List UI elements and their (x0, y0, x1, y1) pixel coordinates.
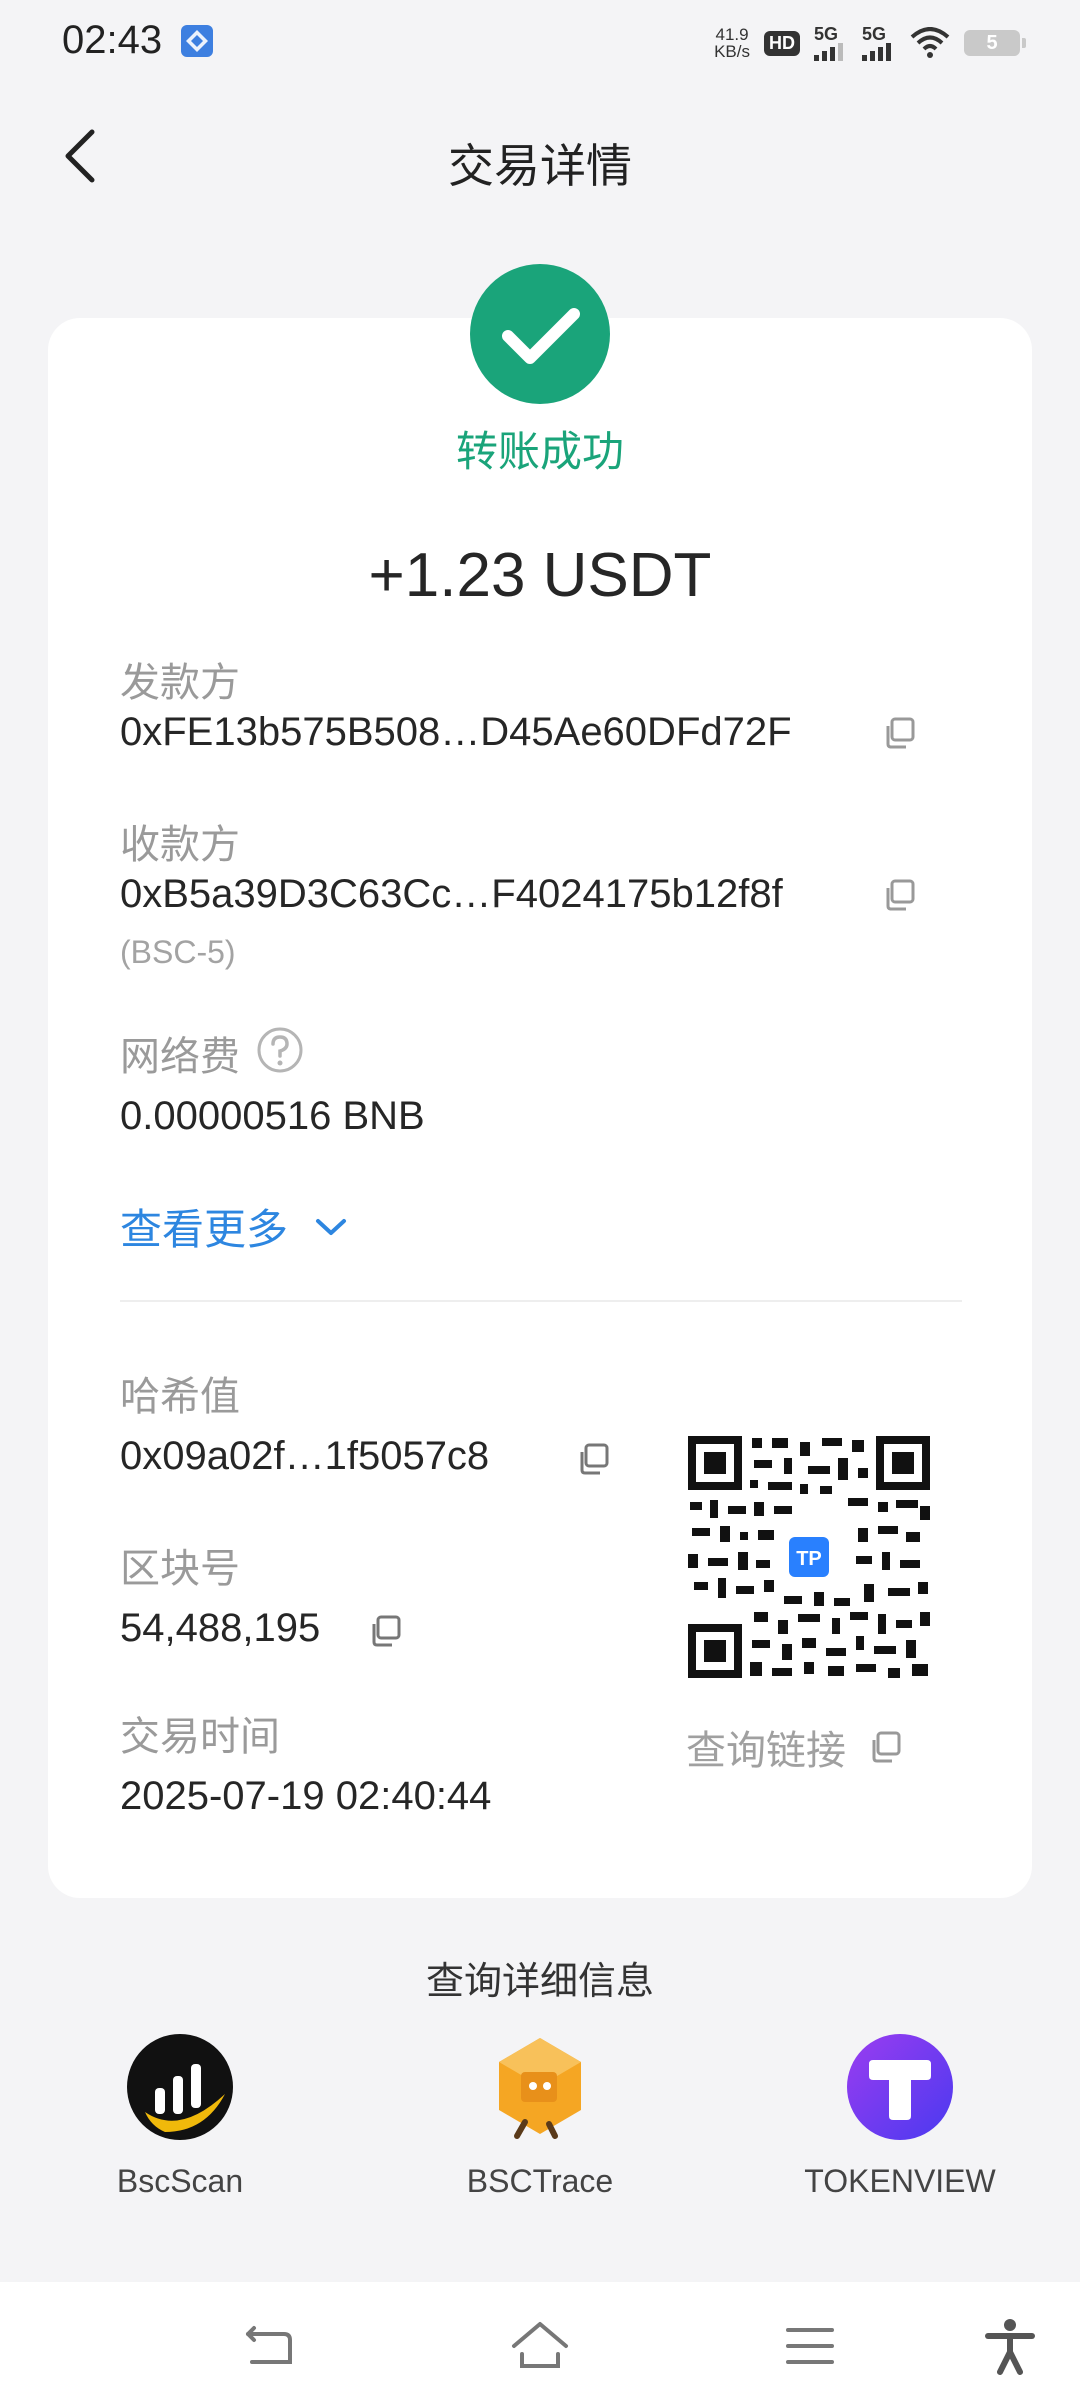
copy-icon[interactable] (882, 878, 916, 912)
qr-code: TP (688, 1436, 930, 1678)
time-value: 2025-07-19 02:40:44 (120, 1774, 492, 1818)
signal-bars-icon (862, 43, 891, 61)
receiver-label: 收款方 (120, 823, 240, 867)
divider (120, 1300, 962, 1302)
hash-value: 0x09a02f…1f5057c8 (120, 1434, 490, 1478)
qr-badge: TP (796, 1548, 822, 1570)
receiver-note: (BSC-5) (120, 934, 236, 970)
copy-icon[interactable] (882, 716, 916, 750)
status-time: 02:43 (62, 18, 163, 62)
bsctrace-logo-icon (499, 2038, 581, 2139)
fee-label: 网络费 (120, 1035, 240, 1079)
sender-label: 发款方 (120, 661, 240, 705)
copy-icon (872, 1731, 901, 1763)
signal-bars-icon (814, 43, 843, 61)
fee-value: 0.00000516 BNB (120, 1094, 425, 1138)
explorers-title: 查询详细信息 (425, 1961, 654, 2003)
signal-sim1: 5G (814, 25, 848, 61)
explorer-bsctrace[interactable]: BSCTrace (420, 2032, 660, 2200)
time-label: 交易时间 (120, 1715, 280, 1759)
block-value: 54,488,195 (120, 1606, 321, 1650)
signal-sim2: 5G (862, 25, 896, 61)
page-title: 交易详情 (448, 140, 632, 192)
receiver-address: 0xB5a39D3C63Cc…F4024175b12f8f (120, 872, 783, 916)
back-nav-icon[interactable] (240, 2316, 300, 2376)
view-more-button[interactable]: 查看更多 (120, 1196, 348, 1257)
wifi-icon (910, 27, 950, 58)
help-icon[interactable] (256, 1026, 304, 1074)
explorer-bscscan[interactable]: BscScan (60, 2032, 300, 2200)
query-link-button[interactable]: 查询链接 (686, 1718, 902, 1776)
copy-icon[interactable] (368, 1614, 402, 1648)
home-nav-icon[interactable] (510, 2316, 570, 2376)
app-notification-icon (181, 25, 213, 57)
hash-label: 哈希值 (120, 1375, 240, 1419)
chevron-down-icon (316, 1218, 347, 1235)
menu-nav-icon[interactable] (780, 2316, 840, 2376)
sender-address: 0xFE13b575B508…D45Ae60DFd72F (120, 710, 792, 754)
status-text: 转账成功 (455, 428, 624, 475)
status-icons: 41.9 KB/s HD 5G 5G 5 (714, 20, 1026, 66)
bscscan-logo-icon (127, 2034, 233, 2140)
check-circle-icon (470, 264, 610, 404)
copy-icon[interactable] (576, 1442, 610, 1476)
net-speed: 41.9 KB/s (714, 25, 750, 61)
block-label: 区块号 (120, 1547, 240, 1591)
hd-badge: HD (764, 30, 800, 56)
tokenview-logo-icon (847, 2034, 953, 2140)
transaction-amount: +1.23 USDT (368, 541, 712, 610)
battery-icon: 5 (964, 30, 1026, 56)
explorer-tokenview[interactable]: TOKENVIEW (780, 2032, 1020, 2200)
accessibility-icon[interactable] (980, 2316, 1040, 2376)
